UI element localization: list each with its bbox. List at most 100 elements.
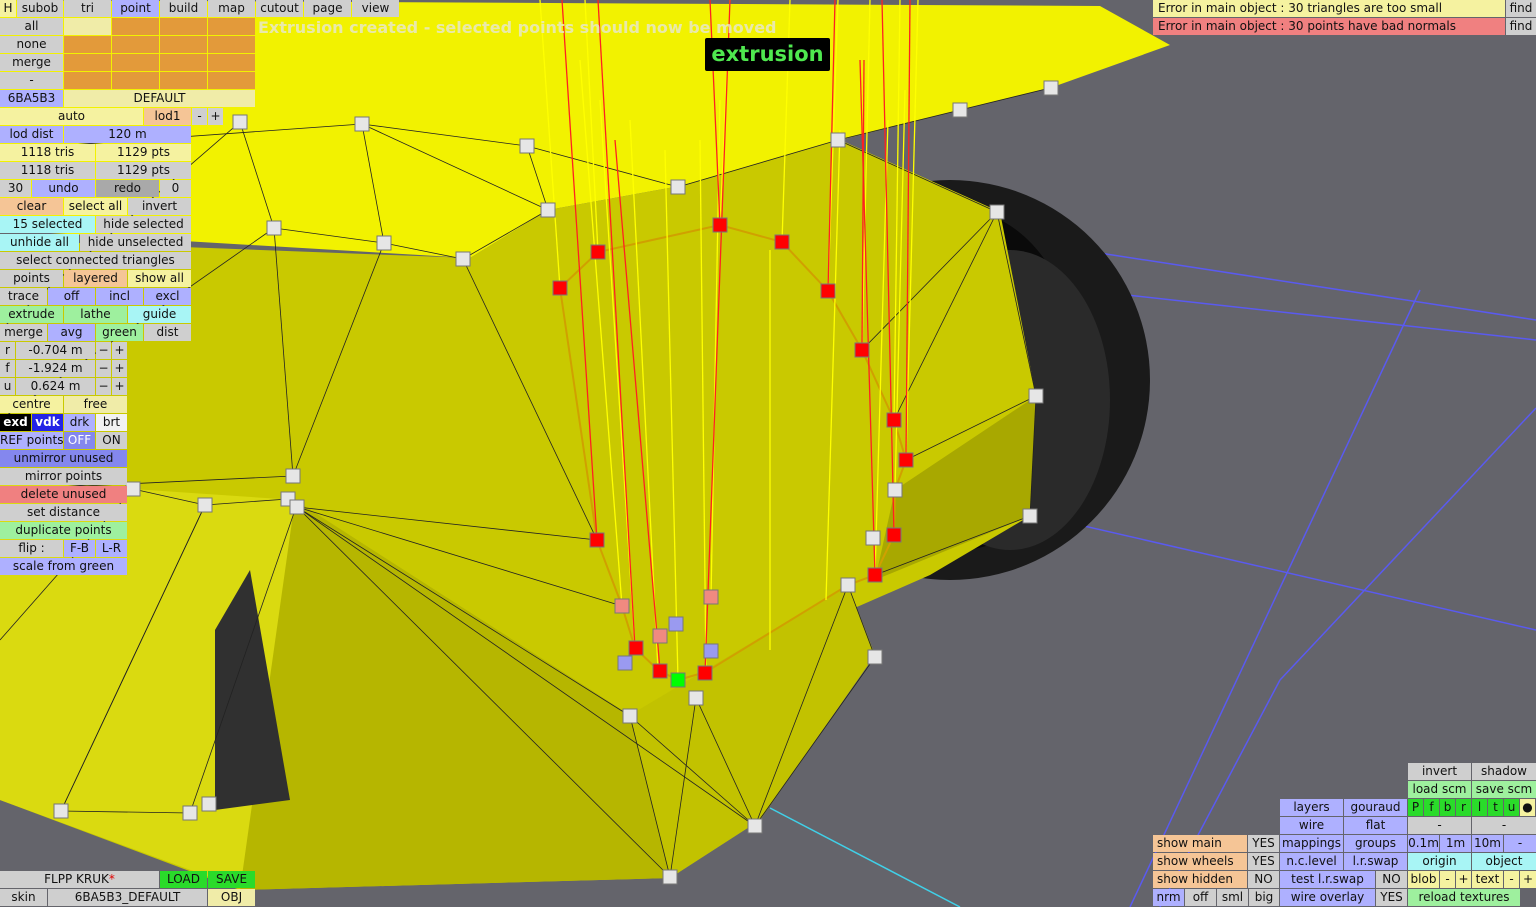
mesh-point[interactable] — [712, 217, 728, 233]
mesh-point[interactable] — [455, 251, 471, 267]
viewport-3d[interactable] — [0, 0, 1536, 907]
f-minus-button[interactable]: − — [96, 360, 111, 377]
mesh-point[interactable] — [887, 482, 903, 498]
tab-map[interactable]: map — [208, 0, 255, 17]
mesh-point[interactable] — [589, 532, 605, 548]
scale-from-green-button[interactable]: scale from green — [0, 558, 127, 575]
mesh-point[interactable] — [820, 283, 836, 299]
mesh-point[interactable] — [670, 179, 686, 195]
swatch[interactable] — [64, 54, 111, 71]
reload-textures-button[interactable]: reload textures — [1408, 889, 1520, 906]
mesh-point[interactable] — [652, 663, 668, 679]
test-lr-swap-button[interactable]: test l.r.swap — [1280, 871, 1375, 888]
avg-button[interactable]: avg — [48, 324, 95, 341]
select-connected-button[interactable]: select connected triangles — [0, 252, 191, 269]
show-main-button[interactable]: show main — [1153, 835, 1247, 852]
load-button[interactable]: LOAD — [160, 871, 207, 888]
flip-fb-button[interactable]: F-B — [64, 540, 95, 557]
unhide-all-button[interactable]: unhide all — [0, 234, 79, 251]
flip-lr-button[interactable]: L-R — [96, 540, 127, 557]
find-button[interactable]: find — [1506, 0, 1536, 17]
layer-flag-button[interactable]: b — [1440, 799, 1455, 816]
brt-button[interactable]: brt — [96, 414, 127, 431]
wire-overlay-button[interactable]: wire overlay — [1280, 889, 1375, 906]
origin-button[interactable]: origin — [1408, 853, 1471, 870]
invert-view-button[interactable]: invert — [1408, 763, 1471, 780]
swatch[interactable] — [208, 36, 255, 53]
hide-selected-button[interactable]: hide selected — [96, 216, 191, 233]
lod-plus-button[interactable]: + — [208, 108, 223, 125]
mesh-point[interactable] — [622, 708, 638, 724]
swatch[interactable] — [64, 36, 111, 53]
skin-value[interactable]: 6BA5B3_DEFAULT — [48, 889, 207, 906]
auto-button[interactable]: auto — [0, 108, 143, 125]
r-plus-button[interactable]: + — [112, 342, 127, 359]
mesh-point[interactable] — [662, 869, 678, 885]
delete-unused-button[interactable]: delete unused — [0, 486, 127, 503]
mesh-point[interactable] — [376, 235, 392, 251]
drk-button[interactable]: drk — [64, 414, 95, 431]
mesh-point[interactable] — [867, 567, 883, 583]
show-hidden-value[interactable]: NO — [1248, 871, 1279, 888]
layers-button[interactable]: layers — [1280, 799, 1343, 816]
mesh-point[interactable] — [197, 497, 213, 513]
mesh-point[interactable] — [590, 244, 606, 260]
layer-flag-button[interactable]: u — [1504, 799, 1519, 816]
r-value[interactable]: -0.704 m — [16, 342, 95, 359]
wire-button[interactable]: wire — [1280, 817, 1343, 834]
mesh-point[interactable] — [865, 530, 881, 546]
normals-big-button[interactable]: big — [1249, 889, 1279, 906]
trace-incl-button[interactable]: incl — [96, 288, 143, 305]
mesh-point[interactable] — [519, 138, 535, 154]
obj-button[interactable]: OBJ — [208, 889, 255, 906]
swatch[interactable] — [112, 36, 159, 53]
trace-excl-button[interactable]: excl — [144, 288, 191, 305]
test-lr-swap-value[interactable]: NO — [1376, 871, 1407, 888]
lod-dist-value[interactable]: 120 m — [64, 126, 191, 143]
layered-button[interactable]: layered — [64, 270, 127, 287]
mesh-point[interactable] — [1043, 80, 1059, 96]
text-minus-button[interactable]: - — [1504, 871, 1519, 888]
lathe-button[interactable]: lathe — [64, 306, 127, 323]
show-wheels-value[interactable]: YES — [1248, 853, 1279, 870]
extrude-button[interactable]: extrude — [0, 306, 63, 323]
normals-sml-button[interactable]: sml — [1217, 889, 1248, 906]
swatch[interactable] — [64, 18, 111, 35]
mesh-point[interactable] — [53, 803, 69, 819]
tab-tri[interactable]: tri — [64, 0, 111, 17]
mesh-point[interactable] — [354, 116, 370, 132]
skin-name[interactable]: DEFAULT — [64, 90, 255, 107]
invert-button[interactable]: invert — [128, 198, 191, 215]
merge-points-button[interactable]: merge — [0, 324, 47, 341]
gouraud-button[interactable]: gouraud — [1344, 799, 1407, 816]
tab-subob[interactable]: subob — [17, 0, 63, 17]
mesh-point[interactable] — [867, 649, 883, 665]
f-value[interactable]: -1.924 m — [16, 360, 95, 377]
duplicate-points-button[interactable]: duplicate points — [0, 522, 127, 539]
mesh-point[interactable] — [540, 202, 556, 218]
nc-level-button[interactable]: n.c.level — [1280, 853, 1343, 870]
mesh-point[interactable] — [1022, 508, 1038, 524]
lr-swap-button[interactable]: l.r.swap — [1344, 853, 1407, 870]
none-button[interactable]: none — [0, 36, 63, 53]
step-dash-button[interactable]: - — [1504, 835, 1536, 852]
dist-button[interactable]: dist — [144, 324, 191, 341]
mesh-point[interactable] — [952, 102, 968, 118]
wire-overlay-value[interactable]: YES — [1376, 889, 1407, 906]
find-button[interactable]: find — [1506, 18, 1536, 35]
save-scm-button[interactable]: save scm — [1472, 781, 1536, 798]
trace-off-button[interactable]: off — [48, 288, 95, 305]
object-button[interactable]: object — [1472, 853, 1536, 870]
mesh-point[interactable] — [989, 204, 1005, 220]
step-1m-button[interactable]: 1m — [1440, 835, 1471, 852]
u-minus-button[interactable]: − — [96, 378, 111, 395]
show-wheels-button[interactable]: show wheels — [1153, 853, 1247, 870]
layer-flag-button[interactable]: ● — [1520, 799, 1535, 816]
u-value[interactable]: 0.624 m — [16, 378, 95, 395]
mesh-point[interactable] — [1028, 388, 1044, 404]
mesh-point[interactable] — [614, 598, 630, 614]
mesh-point[interactable] — [628, 640, 644, 656]
blob-minus-button[interactable]: - — [1440, 871, 1455, 888]
f-plus-button[interactable]: + — [112, 360, 127, 377]
normals-off-button[interactable]: off — [1185, 889, 1216, 906]
